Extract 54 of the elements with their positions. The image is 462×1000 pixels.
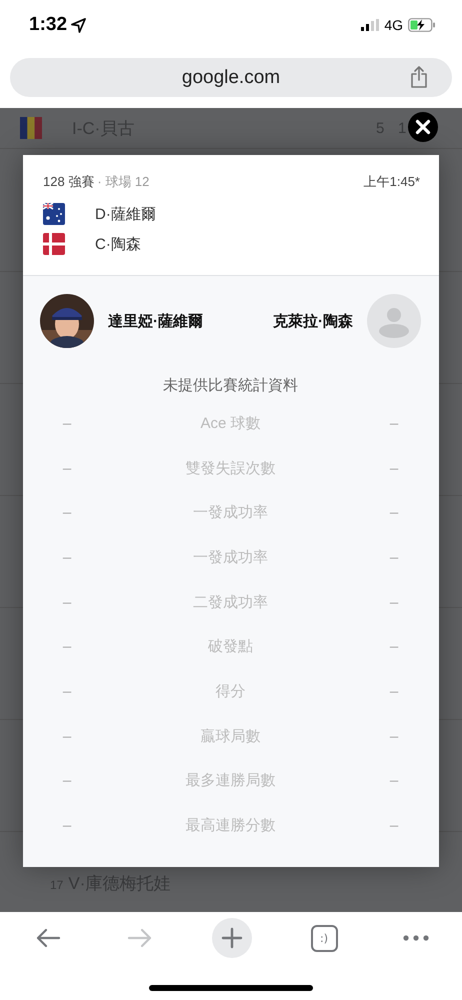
- stat-value: –: [388, 728, 400, 745]
- player-name: C·陶森: [95, 234, 141, 254]
- stat-label: 雙發失誤次數: [186, 458, 276, 478]
- stat-value: –: [62, 817, 72, 834]
- network-label: 4G: [384, 17, 403, 33]
- stat-label: 贏球局數: [200, 726, 260, 746]
- tabs-button[interactable]: :): [310, 924, 338, 952]
- stat-value: –: [62, 682, 72, 700]
- battery-charging-icon: [408, 18, 436, 32]
- stat-value: –: [62, 638, 72, 656]
- address-bar[interactable]: google.com: [10, 58, 452, 97]
- location-arrow-icon: [71, 18, 86, 32]
- stat-value: –: [62, 548, 72, 566]
- stat-value: –: [62, 504, 72, 522]
- player-name: 達里婭·薩維爾: [108, 312, 203, 330]
- stat-label: 得分: [216, 682, 246, 701]
- person-icon: [367, 294, 421, 348]
- no-stats-message: 未提供比賽統計資料: [162, 376, 299, 396]
- stat-value: –: [388, 638, 400, 656]
- player-name: D·薩維爾: [95, 204, 156, 224]
- stat-label: 最高連勝分數: [186, 816, 276, 836]
- clock-time: 1:32: [29, 14, 68, 36]
- close-icon[interactable]: [408, 112, 438, 142]
- flag-icon: [43, 233, 65, 255]
- stat-label: 破發點: [208, 637, 253, 656]
- new-tab-icon[interactable]: [212, 918, 252, 958]
- court-label: · 球場 12: [97, 173, 150, 191]
- player-name: 克萊拉·陶森: [273, 312, 353, 330]
- stat-value: –: [388, 772, 400, 790]
- signal-icon: [361, 19, 380, 31]
- stat-value: –: [62, 772, 72, 790]
- stat-value: –: [388, 414, 400, 432]
- stat-value: –: [388, 548, 400, 566]
- match-time: 上午1:45*: [364, 173, 420, 191]
- back-icon[interactable]: [35, 928, 61, 948]
- stat-label: 一發成功率: [193, 503, 268, 522]
- stat-value: –: [62, 728, 72, 745]
- share-icon: [409, 65, 429, 89]
- stat-value: –: [388, 504, 400, 522]
- stat-value: –: [62, 460, 72, 477]
- stat-value: –: [388, 460, 400, 477]
- stat-label: Ace 球數: [200, 414, 260, 433]
- stat-label: 一發成功率: [193, 548, 268, 567]
- round-label: 128 強賽: [43, 173, 94, 191]
- stat-value: –: [62, 414, 72, 432]
- flag-icon: [20, 117, 42, 139]
- stat-label: 二發成功率: [193, 592, 268, 612]
- stat-value: –: [62, 594, 72, 611]
- more-icon[interactable]: [403, 935, 429, 941]
- stat-label: 最多連勝局數: [186, 771, 276, 790]
- flag-icon: [43, 203, 65, 225]
- stat-value: –: [388, 682, 400, 700]
- stat-value: –: [388, 817, 400, 834]
- stat-value: –: [388, 594, 400, 611]
